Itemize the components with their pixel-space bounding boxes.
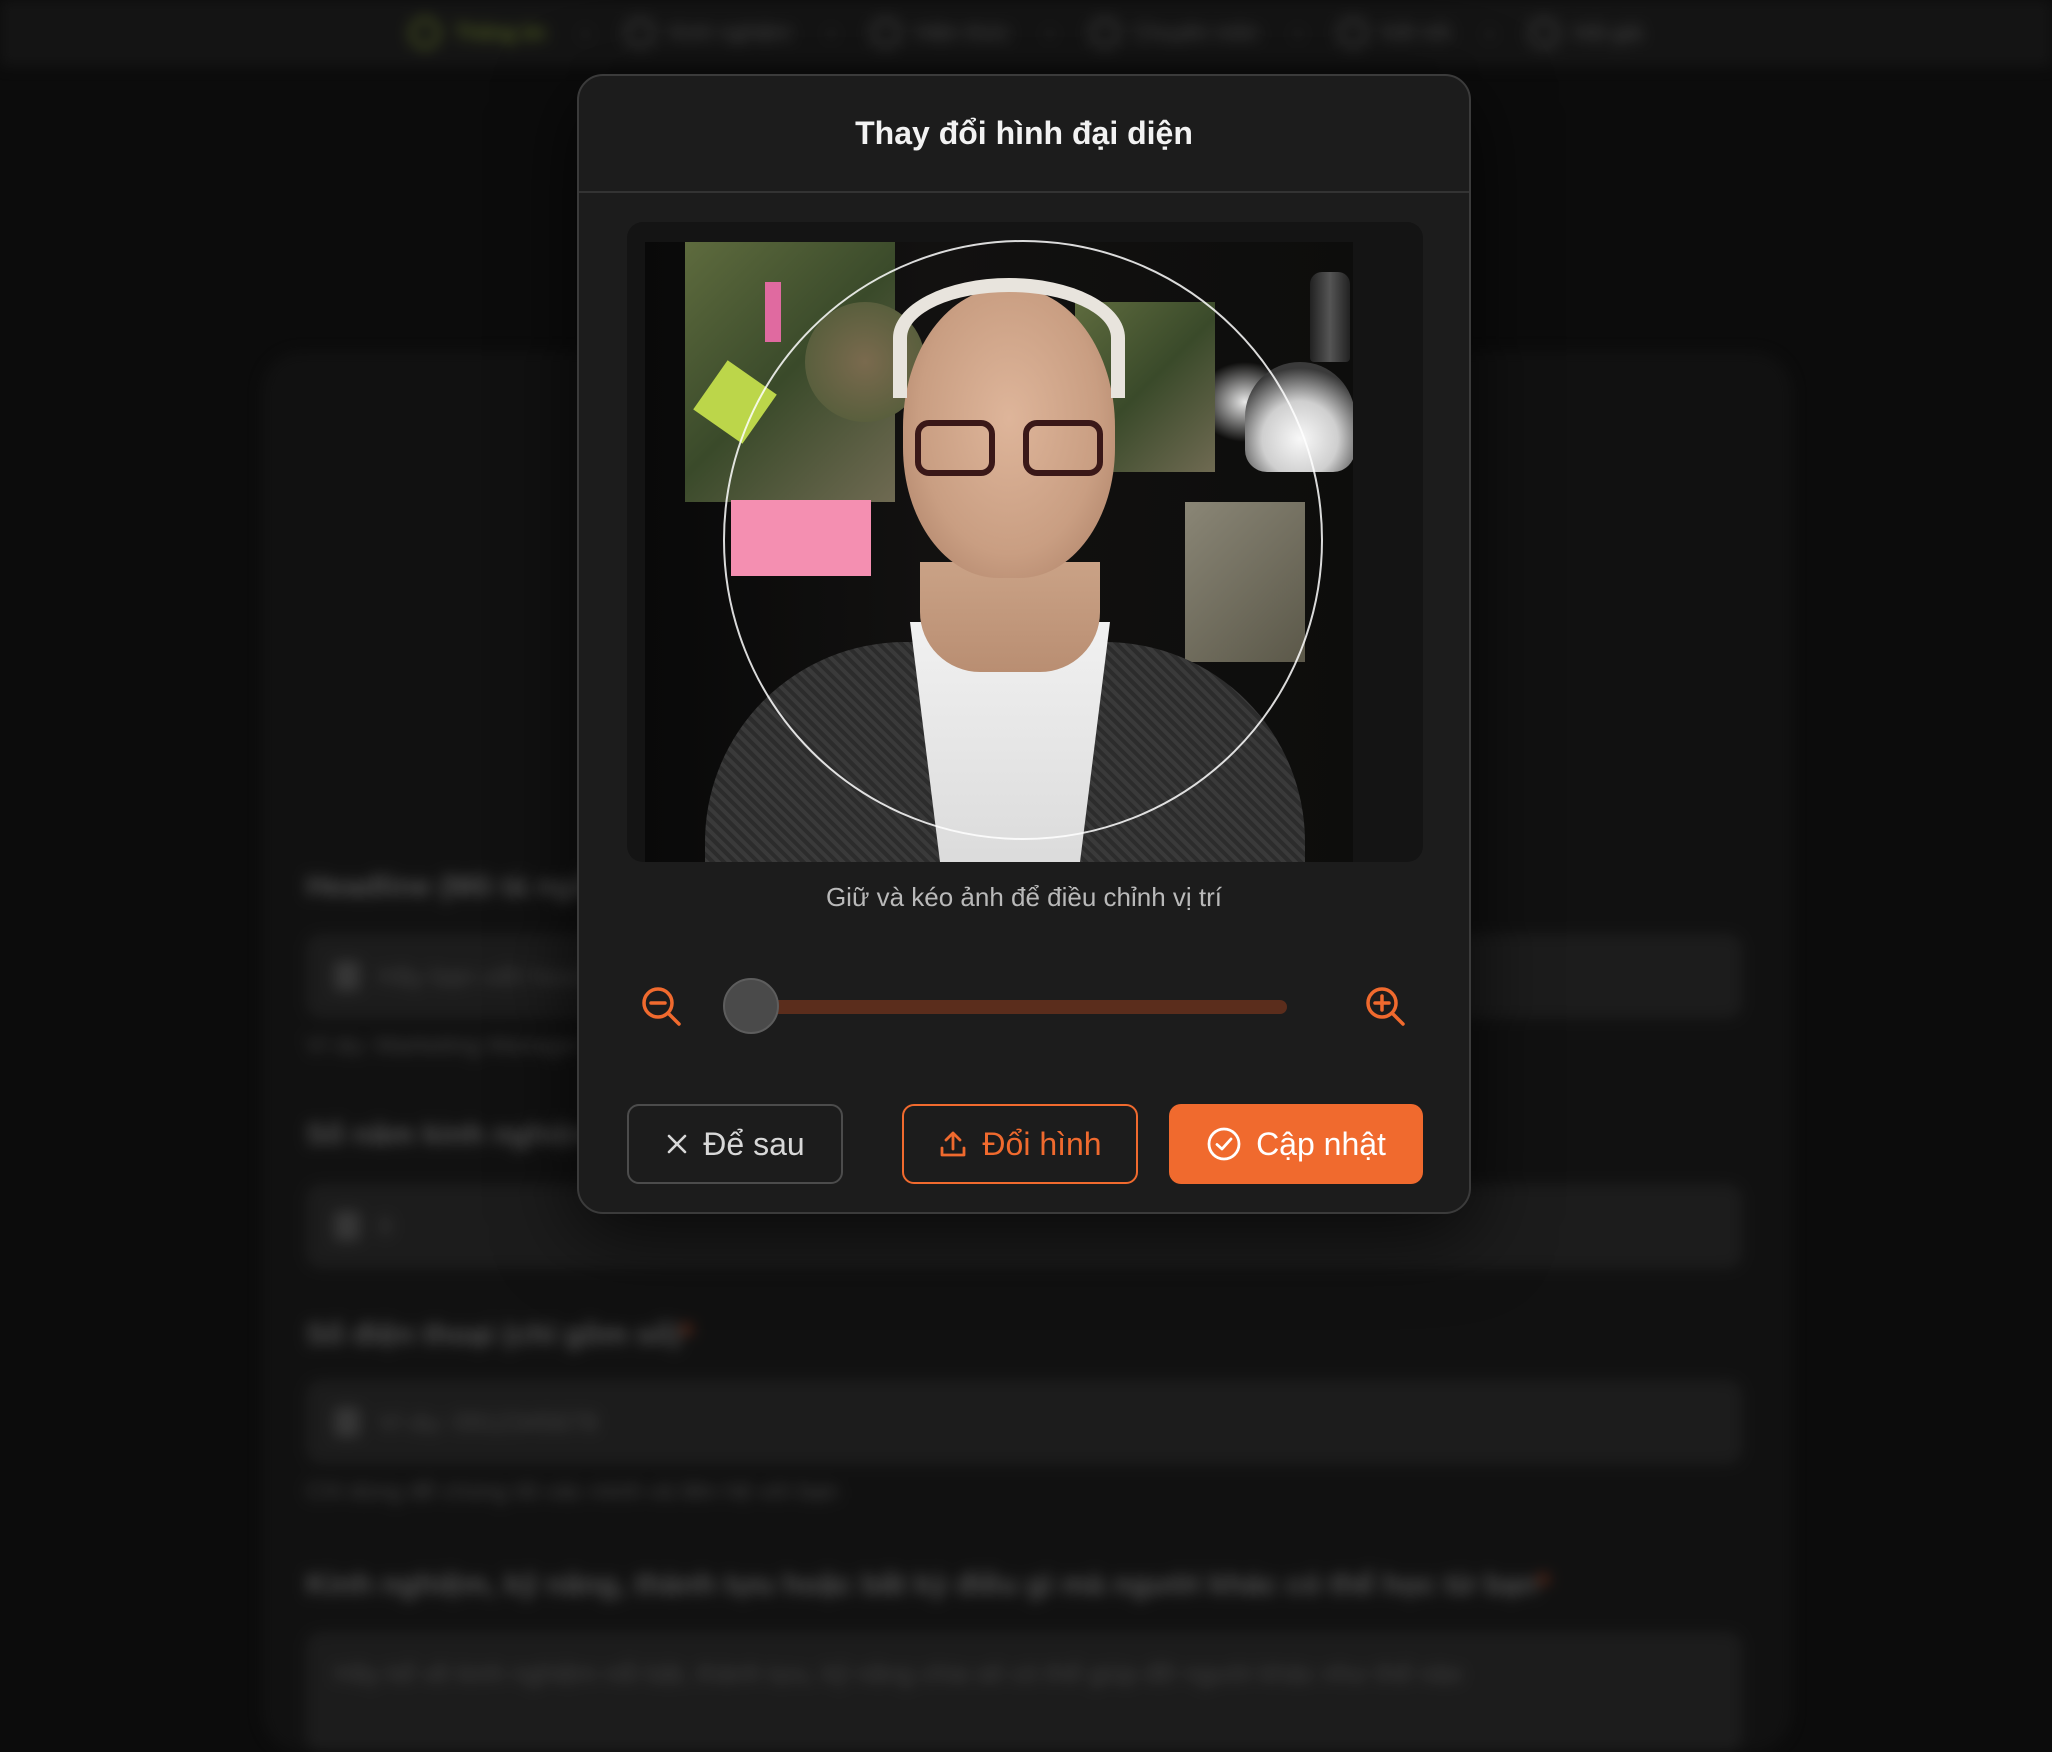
phone-label: Số điện thoại (chỉ gồm số)* bbox=[306, 1318, 693, 1352]
step-label: Thông tin bbox=[454, 20, 546, 45]
step-icon bbox=[625, 18, 656, 48]
update-button-label: Cập nhật bbox=[1256, 1125, 1386, 1162]
change-avatar-modal: Thay đổi hình đại diện Giữ và kéo ảnh để… bbox=[577, 74, 1471, 1214]
required-marker: * bbox=[1537, 1568, 1550, 1601]
chevron-right-icon: › bbox=[827, 20, 835, 45]
phone-icon bbox=[334, 1407, 360, 1437]
glasses-lens bbox=[1023, 420, 1103, 476]
zoom-slider-track[interactable] bbox=[753, 1000, 1287, 1014]
chevron-right-icon: › bbox=[1294, 20, 1302, 45]
step-pricing[interactable]: Hỏi giá bbox=[1529, 18, 1642, 48]
headline-hint: Ví dụ: Marketing Manager bbox=[306, 1032, 583, 1059]
phone-placeholder: Ví dụ: 0912345678 bbox=[378, 1406, 598, 1437]
experience-placeholder: Hãy kể về kinh nghiệm nổi bật, thành tựu… bbox=[334, 1658, 1463, 1688]
phone-input[interactable]: Ví dụ: 0912345678 bbox=[306, 1380, 1742, 1464]
step-label: Chuyên môn bbox=[1133, 20, 1259, 45]
step-icon bbox=[410, 18, 441, 48]
glasses bbox=[915, 420, 1105, 478]
change-image-button-label: Đổi hình bbox=[982, 1125, 1102, 1162]
step-experience[interactable]: Kinh nghiệm bbox=[625, 18, 791, 48]
neck bbox=[920, 562, 1100, 672]
zoom-out-icon[interactable] bbox=[639, 984, 683, 1028]
drag-hint: Giữ và kéo ảnh để điều chỉnh vị trí bbox=[825, 882, 1223, 912]
step-icon bbox=[1089, 18, 1120, 48]
modal-header: Thay đổi hình đại diện bbox=[579, 76, 1469, 193]
phone-label-text: Số điện thoại (chỉ gồm số) bbox=[306, 1318, 681, 1351]
step-label: Hiện thức bbox=[914, 20, 1011, 45]
required-marker: * bbox=[681, 1318, 693, 1351]
check-circle-icon bbox=[1206, 1126, 1242, 1162]
later-button[interactable]: Để sau bbox=[627, 1104, 843, 1184]
experience-textarea[interactable]: Hãy kể về kinh nghiệm nổi bật, thành tựu… bbox=[306, 1632, 1742, 1752]
change-image-button[interactable]: Đổi hình bbox=[902, 1104, 1138, 1184]
step-label: Kinh nghiệm bbox=[669, 20, 792, 45]
hair bbox=[893, 278, 1125, 398]
chevron-right-icon: › bbox=[1046, 20, 1054, 45]
zoom-in-icon[interactable] bbox=[1363, 984, 1407, 1028]
years-value: 0 bbox=[378, 1210, 393, 1241]
chevron-right-icon: › bbox=[1486, 20, 1494, 45]
briefcase-icon bbox=[334, 961, 360, 991]
modal-title: Thay đổi hình đại diện bbox=[855, 115, 1193, 151]
step-connect[interactable]: Kết nối bbox=[1337, 18, 1451, 48]
progress-stepper: Thông tin › Kinh nghiệm › Hiện thức › Ch… bbox=[0, 0, 2052, 66]
headline-label: Headline (Mô tả ngắn) bbox=[306, 870, 618, 903]
step-info[interactable]: Thông tin bbox=[410, 18, 546, 48]
step-icon bbox=[1337, 18, 1368, 48]
years-label: Số năm kinh nghiệm bbox=[306, 1118, 600, 1151]
experience-label: Kinh nghiệm, kỹ năng, thành tựu hoặc bất… bbox=[306, 1568, 1549, 1602]
update-button[interactable]: Cập nhật bbox=[1169, 1104, 1423, 1184]
phone-hint: Chỉ dùng để chúng tôi xác minh và liên h… bbox=[306, 1478, 839, 1505]
step-icon bbox=[870, 18, 901, 48]
image-crop-area[interactable] bbox=[627, 222, 1423, 862]
experience-label-text: Kinh nghiệm, kỹ năng, thành tựu hoặc bất… bbox=[306, 1568, 1538, 1601]
step-icon bbox=[1529, 18, 1560, 48]
step-expertise[interactable]: Chuyên môn bbox=[1089, 18, 1259, 48]
glasses-lens bbox=[915, 420, 995, 476]
step-label: Hỏi giá bbox=[1573, 20, 1642, 45]
close-icon bbox=[665, 1132, 689, 1156]
step-reality[interactable]: Hiện thức bbox=[870, 18, 1011, 48]
later-button-label: Để sau bbox=[703, 1125, 805, 1162]
upload-icon bbox=[938, 1129, 968, 1159]
step-label: Kết nối bbox=[1381, 20, 1451, 45]
zoom-slider-thumb[interactable] bbox=[723, 978, 779, 1034]
chevron-right-icon: › bbox=[581, 20, 590, 45]
person-portrait bbox=[645, 242, 1353, 862]
zoom-control bbox=[639, 976, 1419, 1036]
avatar-photo[interactable] bbox=[645, 242, 1353, 862]
person-icon bbox=[334, 1211, 360, 1241]
